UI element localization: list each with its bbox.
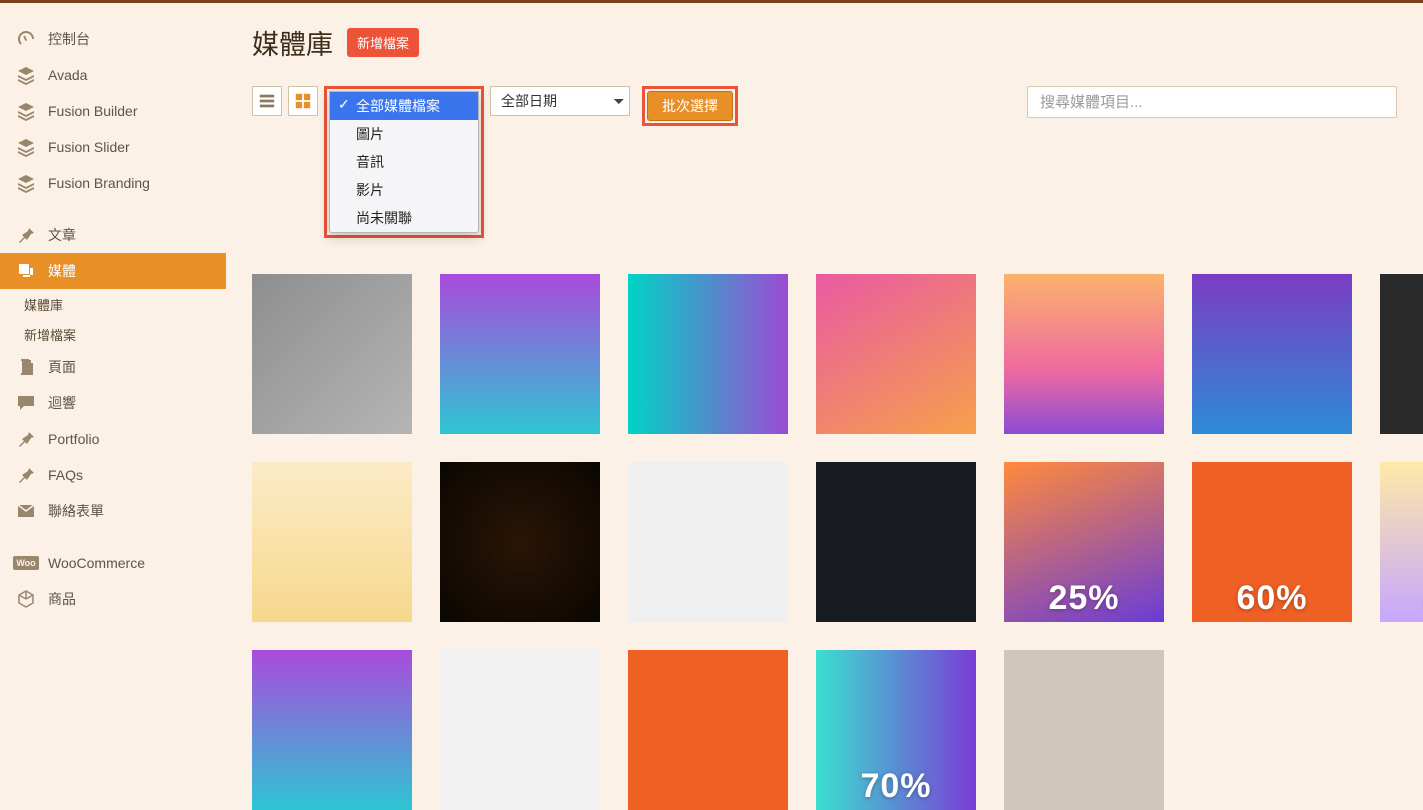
type-filter-option-2[interactable]: 音訊	[330, 148, 478, 176]
sidebar-item-label: 媒體	[48, 261, 76, 281]
date-filter-select[interactable]: 全部日期	[490, 86, 630, 116]
add-new-button[interactable]: 新增檔案	[347, 28, 419, 57]
media-tile-12[interactable]: 60%	[1192, 462, 1352, 622]
sidebar-item-label: 頁面	[48, 357, 76, 377]
search-input[interactable]	[1027, 86, 1397, 118]
media-tile-17[interactable]: 70%	[816, 650, 976, 810]
tile-caption: 60%	[1192, 579, 1352, 618]
sidebar-item-1[interactable]: Avada	[0, 57, 226, 93]
sidebar-item-label: 迴響	[48, 393, 76, 413]
sidebar-item-10[interactable]: 頁面	[0, 349, 226, 385]
pin-icon	[16, 465, 36, 485]
pin-icon	[16, 225, 36, 245]
media-tile-3[interactable]	[816, 274, 976, 434]
media-grid: 25%60%40%70%	[252, 274, 1397, 810]
sidebar-item-8[interactable]: 媒體庫	[0, 289, 226, 319]
sidebar-item-label: 控制台	[48, 29, 90, 49]
grid-view-button[interactable]	[288, 86, 318, 116]
sidebar-item-label: Fusion Builder	[48, 103, 138, 119]
layers-icon	[16, 137, 36, 157]
sidebar-item-label: Portfolio	[48, 431, 99, 447]
media-tile-18[interactable]	[1004, 650, 1164, 810]
type-filter-dropdown[interactable]: 全部媒體檔案圖片音訊影片尚未關聯	[329, 91, 479, 233]
sidebar-item-17[interactable]: 商品	[0, 581, 226, 617]
sidebar-item-11[interactable]: 迴響	[0, 385, 226, 421]
type-filter-option-4[interactable]: 尚未關聯	[330, 204, 478, 232]
sidebar-item-label: Fusion Slider	[48, 139, 130, 155]
layers-icon	[16, 173, 36, 193]
media-tile-6[interactable]	[1380, 274, 1423, 434]
type-filter-option-1[interactable]: 圖片	[330, 120, 478, 148]
sidebar-item-13[interactable]: FAQs	[0, 457, 226, 493]
sidebar-item-label: 媒體庫	[24, 295, 63, 314]
sidebar-item-0[interactable]: 控制台	[0, 21, 226, 57]
cube-icon	[16, 589, 36, 609]
media-tile-7[interactable]	[252, 462, 412, 622]
sidebar-item-6[interactable]: 文章	[0, 217, 226, 253]
woo-icon: Woo	[16, 553, 36, 573]
comment-icon	[16, 393, 36, 413]
sidebar-item-14[interactable]: 聯絡表單	[0, 493, 226, 529]
list-view-button[interactable]	[252, 86, 282, 116]
type-filter-highlight: 全部媒體檔案圖片音訊影片尚未關聯	[324, 86, 484, 238]
mail-icon	[16, 501, 36, 521]
tile-caption: 25%	[1004, 579, 1164, 618]
page-heading: 媒體庫 新增檔案	[252, 23, 1397, 62]
tile-caption: 70%	[816, 767, 976, 806]
sidebar-item-4[interactable]: Fusion Branding	[0, 165, 226, 201]
sidebar-item-label: Avada	[48, 67, 87, 83]
sidebar-item-label: Fusion Branding	[48, 175, 150, 191]
media-icon	[16, 261, 36, 281]
media-tile-13[interactable]: 40%	[1380, 462, 1423, 622]
media-tile-15[interactable]	[440, 650, 600, 810]
type-filter-option-3[interactable]: 影片	[330, 176, 478, 204]
media-tile-14[interactable]	[252, 650, 412, 810]
sidebar-item-label: 聯絡表單	[48, 501, 104, 521]
sidebar-item-3[interactable]: Fusion Slider	[0, 129, 226, 165]
sidebar-item-label: 新增檔案	[24, 325, 76, 344]
admin-sidebar: 控制台 Avada Fusion Builder Fusion Slider Fusio…	[0, 0, 226, 737]
media-tile-5[interactable]	[1192, 274, 1352, 434]
layers-icon	[16, 65, 36, 85]
media-tile-9[interactable]	[628, 462, 788, 622]
media-tile-4[interactable]	[1004, 274, 1164, 434]
grid-icon	[294, 92, 312, 110]
batch-select-highlight: 批次選擇	[642, 86, 738, 126]
pages-icon	[16, 357, 36, 377]
page-title: 媒體庫	[252, 23, 333, 62]
media-tile-0[interactable]	[252, 274, 412, 434]
sidebar-item-label: FAQs	[48, 467, 83, 483]
sidebar-item-7[interactable]: 媒體	[0, 253, 226, 289]
batch-select-button[interactable]: 批次選擇	[647, 91, 733, 121]
list-icon	[258, 92, 276, 110]
media-tile-16[interactable]	[628, 650, 788, 810]
media-tile-10[interactable]	[816, 462, 976, 622]
sidebar-item-12[interactable]: Portfolio	[0, 421, 226, 457]
sidebar-item-label: WooCommerce	[48, 555, 145, 571]
sidebar-item-16[interactable]: Woo WooCommerce	[0, 545, 226, 581]
media-tile-11[interactable]: 25%	[1004, 462, 1164, 622]
layers-icon	[16, 101, 36, 121]
media-tile-2[interactable]	[628, 274, 788, 434]
sidebar-item-9[interactable]: 新增檔案	[0, 319, 226, 349]
sidebar-item-label: 商品	[48, 589, 76, 609]
media-tile-1[interactable]	[440, 274, 600, 434]
type-filter-option-0[interactable]: 全部媒體檔案	[330, 92, 478, 120]
search-wrapper	[1027, 86, 1397, 118]
sidebar-item-label: 文章	[48, 225, 76, 245]
dashboard-icon	[16, 29, 36, 49]
main-content: 媒體庫 新增檔案 全部媒體檔案圖片音訊影片尚未關聯 全部日期 批次選擇 25% 6…	[226, 0, 1423, 810]
media-tile-8[interactable]	[440, 462, 600, 622]
media-toolbar: 全部媒體檔案圖片音訊影片尚未關聯 全部日期 批次選擇	[252, 86, 1397, 238]
pin-icon	[16, 429, 36, 449]
tile-caption: 40%	[1380, 579, 1423, 618]
sidebar-item-2[interactable]: Fusion Builder	[0, 93, 226, 129]
